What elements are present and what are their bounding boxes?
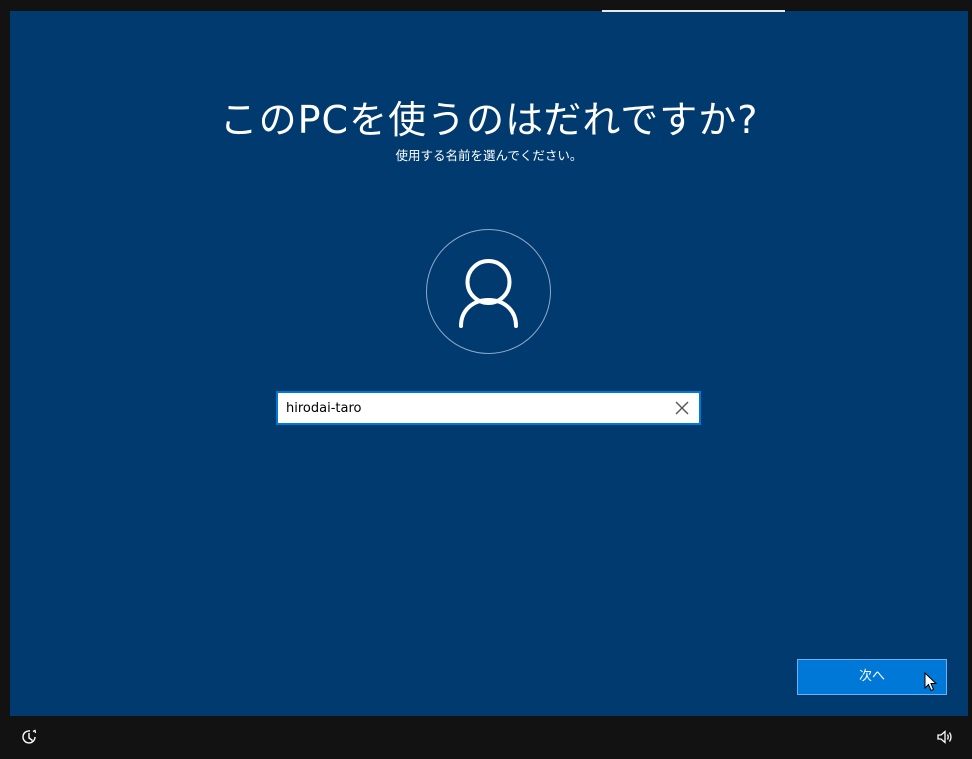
username-field[interactable]	[276, 391, 701, 425]
page-subtitle: 使用する名前を選んでください。	[395, 148, 583, 163]
person-icon	[459, 259, 518, 328]
username-input[interactable]	[278, 393, 663, 423]
oobe-window: このPCを使うのはだれですか? 使用する名前を選んでください。 次へ	[0, 0, 972, 759]
close-icon	[675, 401, 689, 415]
avatar	[426, 229, 551, 354]
setup-panel: このPCを使うのはだれですか? 使用する名前を選んでください。 次へ	[10, 11, 968, 716]
page-title: このPCを使うのはだれですか?	[219, 98, 759, 142]
mouse-cursor-icon	[924, 672, 938, 692]
clear-input-button[interactable]	[673, 399, 691, 417]
accessibility-icon[interactable]	[20, 728, 38, 746]
volume-icon[interactable]	[936, 728, 954, 746]
progress-indicator	[602, 10, 785, 12]
